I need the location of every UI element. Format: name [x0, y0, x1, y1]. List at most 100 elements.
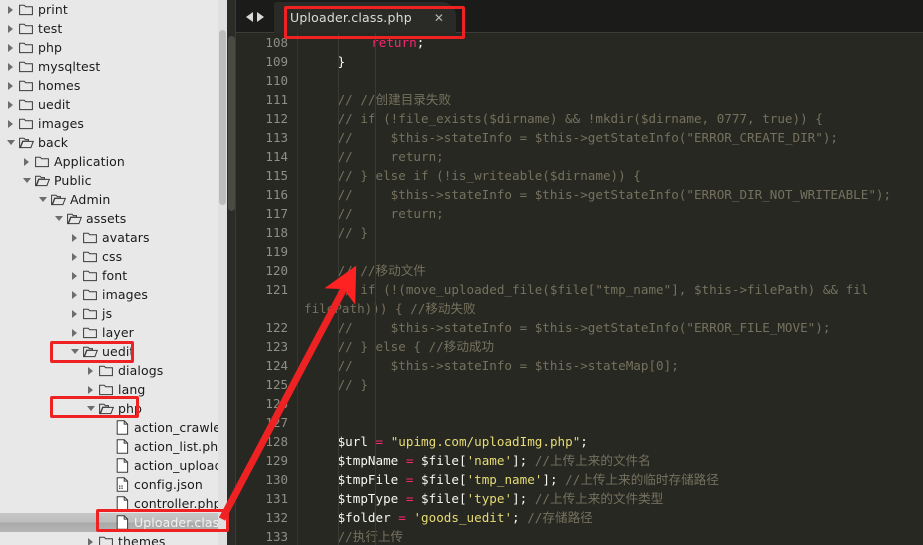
code-lines[interactable]: return;} // //创建目录失败// if (!file_exists(… — [298, 33, 923, 545]
code-area[interactable]: 108 109 110 111 112 113 114 115 116 117 118 119 120 1… — [236, 33, 923, 545]
twisty-collapsed-icon[interactable] — [68, 228, 81, 247]
code-line[interactable]: // //移动文件 — [298, 261, 923, 280]
tree-item-lang[interactable]: lang — [0, 380, 227, 399]
code-line[interactable]: // } else { //移动成功 — [298, 337, 923, 356]
code-line[interactable]: // } — [298, 223, 923, 242]
twisty-expanded-icon[interactable] — [36, 190, 49, 209]
tree-item-font[interactable]: font — [0, 266, 227, 285]
twisty-collapsed-icon[interactable] — [4, 57, 17, 76]
code-line[interactable]: } — [298, 52, 923, 71]
twisty-collapsed-icon[interactable] — [4, 0, 17, 19]
tree-item-themes[interactable]: themes — [0, 532, 227, 545]
code-line[interactable]: // if (!(move_uploaded_file($file["tmp_n… — [298, 280, 923, 299]
twisty-expanded-icon[interactable] — [20, 171, 33, 190]
twisty-collapsed-icon[interactable] — [68, 285, 81, 304]
tab-nav-arrows[interactable] — [236, 0, 274, 33]
line-number: 129 — [265, 453, 288, 468]
twisty-collapsed-icon[interactable] — [68, 266, 81, 285]
twisty-collapsed-icon[interactable] — [4, 19, 17, 38]
code-line[interactable] — [298, 71, 923, 90]
tree-item-assets[interactable]: assets — [0, 209, 227, 228]
code-line[interactable]: // $this->stateInfo = $this->stateMap[0]… — [298, 356, 923, 375]
tree-item-php[interactable]: php — [0, 399, 227, 418]
twisty-collapsed-icon[interactable] — [84, 532, 97, 545]
tree-item-action-list-php[interactable]: action_list.php — [0, 437, 227, 456]
nav-forward-icon[interactable] — [257, 11, 264, 22]
code-line[interactable]: // } — [298, 375, 923, 394]
project-file-tree[interactable]: print test php mysqltest homes uedit images bac… — [0, 0, 227, 545]
tree-item-uedit[interactable]: uedit — [0, 342, 227, 361]
tree-item-action-upload-php[interactable]: action_upload.php — [0, 456, 227, 475]
code-line[interactable]: $tmpFile = $file['tmp_name']; //上传上来的临时存… — [298, 470, 923, 489]
twisty-collapsed-icon[interactable] — [20, 152, 33, 171]
twisty-collapsed-icon[interactable] — [4, 76, 17, 95]
tree-item-php[interactable]: php — [0, 38, 227, 57]
code-line[interactable]: $folder = 'goods_uedit'; //存储路径 — [298, 508, 923, 527]
tab-uploader-class-php[interactable]: Uploader.class.php ✕ — [274, 2, 456, 33]
tree-item-mysqltest[interactable]: mysqltest — [0, 57, 227, 76]
tree-item-application[interactable]: Application — [0, 152, 227, 171]
code-line[interactable] — [298, 413, 923, 432]
code-line[interactable]: // //创建目录失败 — [298, 90, 923, 109]
tree-item-avatars[interactable]: avatars — [0, 228, 227, 247]
tree-item-public[interactable]: Public — [0, 171, 227, 190]
code-line[interactable]: // $this->stateInfo = $this->getStateInf… — [298, 185, 923, 204]
code-line[interactable]: // return; — [298, 204, 923, 223]
code-line[interactable]: $tmpName = $file['name']; //上传上来的文件名 — [298, 451, 923, 470]
tree-item-js[interactable]: js — [0, 304, 227, 323]
tree-item-test[interactable]: test — [0, 19, 227, 38]
twisty-collapsed-icon[interactable] — [68, 323, 81, 342]
nav-back-icon[interactable] — [246, 11, 253, 22]
code-line[interactable]: $tmpType = $file['type']; //上传上来的文件类型 — [298, 489, 923, 508]
line-number: 108 — [265, 35, 288, 50]
tree-item-controller-php[interactable]: controller.php — [0, 494, 227, 513]
code-line[interactable] — [298, 394, 923, 413]
twisty-collapsed-icon[interactable] — [68, 247, 81, 266]
file-tree-list[interactable]: print test php mysqltest homes uedit images bac… — [0, 0, 227, 545]
tree-item-action-crawler-php[interactable]: action_crawler.php — [0, 418, 227, 437]
sidebar-scrollbar-thumb[interactable] — [219, 30, 226, 205]
editor-scrollbar[interactable] — [227, 0, 236, 545]
tab-title: Uploader.class.php — [290, 10, 412, 25]
line-number: 125 — [265, 377, 288, 392]
twisty-expanded-icon[interactable] — [84, 399, 97, 418]
twisty-expanded-icon[interactable] — [52, 209, 65, 228]
twisty-collapsed-icon[interactable] — [68, 304, 81, 323]
tree-item-print[interactable]: print — [0, 0, 227, 19]
tree-item-homes[interactable]: homes — [0, 76, 227, 95]
tree-item-uedit[interactable]: uedit — [0, 95, 227, 114]
tree-item-config-json[interactable]: config.json — [0, 475, 227, 494]
tree-item-css[interactable]: css — [0, 247, 227, 266]
code-line[interactable]: // if (!file_exists($dirname) && !mkdir(… — [298, 109, 923, 128]
code-line[interactable]: //执行上传 — [298, 527, 923, 545]
folder-closed-icon — [97, 361, 115, 380]
tree-item-images[interactable]: images — [0, 114, 227, 133]
close-icon[interactable]: ✕ — [434, 12, 444, 24]
sidebar-scrollbar[interactable] — [218, 0, 227, 545]
tree-item-uploader-class-php[interactable]: Uploader.class.php — [0, 513, 227, 532]
twisty-collapsed-icon[interactable] — [84, 361, 97, 380]
tree-item-layer[interactable]: layer — [0, 323, 227, 342]
twisty-collapsed-icon[interactable] — [4, 114, 17, 133]
code-line[interactable]: // $this->stateInfo = $this->getStateInf… — [298, 318, 923, 337]
code-line[interactable]: // $this->stateInfo = $this->getStateInf… — [298, 128, 923, 147]
twisty-collapsed-icon[interactable] — [4, 95, 17, 114]
code-line[interactable]: return; — [298, 33, 923, 52]
code-line[interactable]: $url = "upimg.com/uploadImg.php"; — [298, 432, 923, 451]
tree-item-back[interactable]: back — [0, 133, 227, 152]
code-line[interactable]: filePath))) { //移动失败 — [298, 299, 923, 318]
code-line[interactable]: // return; — [298, 147, 923, 166]
tree-item-dialogs[interactable]: dialogs — [0, 361, 227, 380]
tree-item-admin[interactable]: Admin — [0, 190, 227, 209]
twisty-expanded-icon[interactable] — [68, 342, 81, 361]
twisty-collapsed-icon[interactable] — [84, 380, 97, 399]
twisty-expanded-icon[interactable] — [4, 133, 17, 152]
folder-closed-icon — [81, 266, 99, 285]
twisty-collapsed-icon[interactable] — [4, 38, 17, 57]
code-line[interactable] — [298, 242, 923, 261]
tree-item-images[interactable]: images — [0, 285, 227, 304]
code-line[interactable]: // } else if (!is_writeable($dirname)) { — [298, 166, 923, 185]
editor-scrollbar-thumb[interactable] — [228, 36, 235, 211]
